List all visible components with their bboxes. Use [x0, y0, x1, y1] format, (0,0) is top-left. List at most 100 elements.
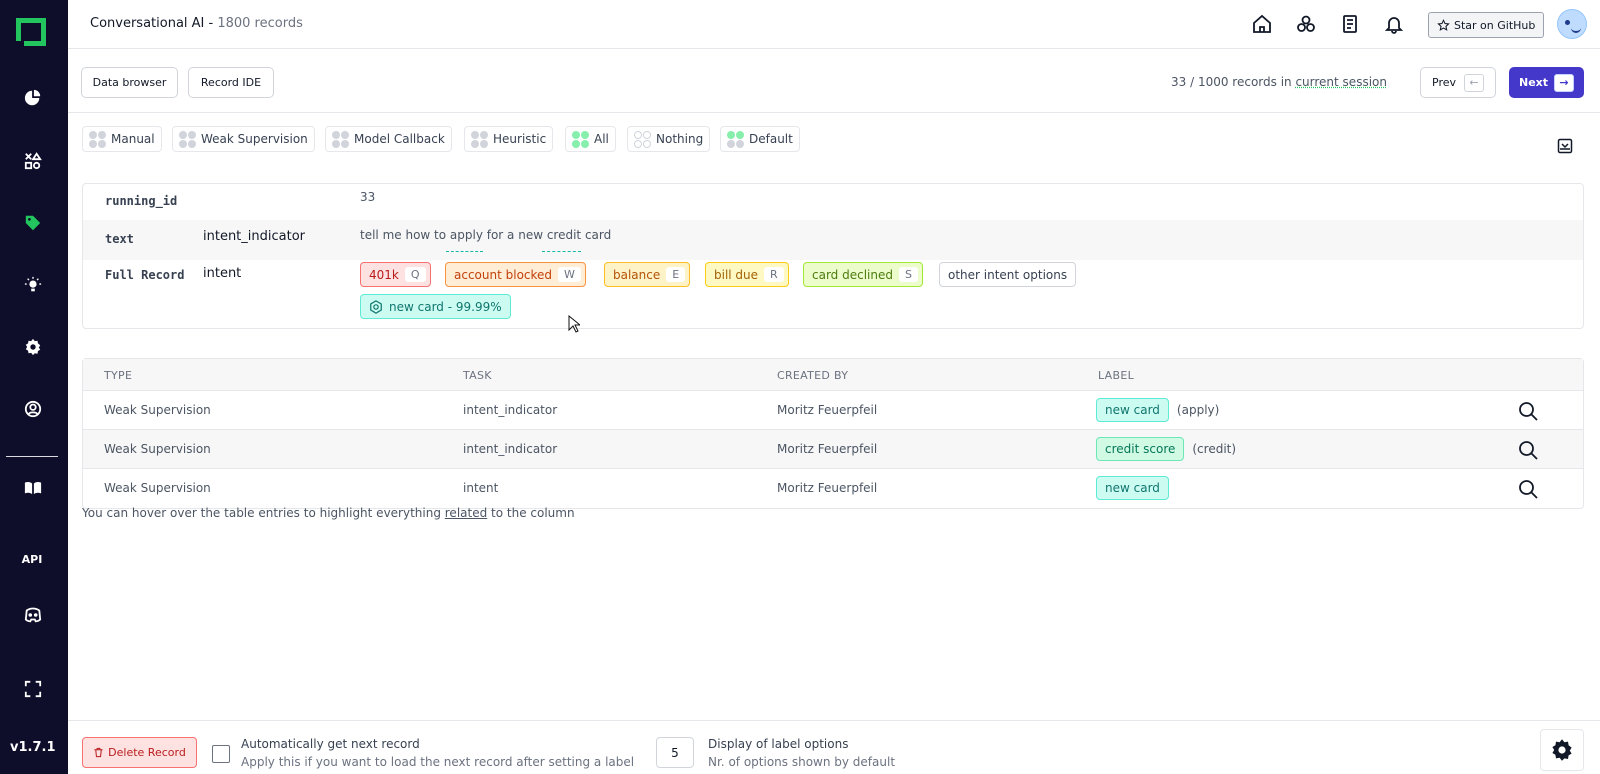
cluster-icon[interactable] — [1295, 13, 1317, 35]
source-dots-icon — [89, 130, 106, 148]
cell-type: Weak Supervision — [104, 403, 211, 417]
filter-manual[interactable]: Manual — [82, 126, 162, 152]
delete-record-button[interactable]: Delete Record — [82, 737, 197, 768]
model-prediction-icon — [370, 299, 382, 314]
label-name: bill due — [714, 267, 759, 282]
prediction-label[interactable]: new card - 99.99% — [360, 294, 511, 319]
next-label: Next — [1518, 76, 1549, 89]
chart-pie-icon[interactable] — [22, 87, 44, 109]
filter-model-callback[interactable]: Model Callback — [325, 126, 452, 152]
field-task: intent_indicator — [203, 229, 306, 244]
star-github-button[interactable]: Star on GitHub — [1428, 12, 1545, 38]
label-name: balance — [613, 267, 661, 282]
hotkey: E — [666, 267, 686, 282]
other-intent-options-button[interactable]: other intent options — [939, 262, 1077, 287]
table-row[interactable]: Weak Supervision intent_indicator Moritz… — [83, 430, 1583, 469]
auto-next-description: Apply this if you want to load the next … — [241, 755, 635, 769]
cell-created-by: Moritz Feuerpfeil — [777, 481, 878, 495]
field-key: text — [105, 232, 134, 246]
label-401k[interactable]: 401k Q — [360, 262, 431, 287]
discord-icon[interactable] — [22, 604, 44, 626]
document-icon[interactable] — [1339, 13, 1361, 35]
cell-task: intent — [463, 481, 499, 495]
annotations-table: TYPE TASK CREATED BY LABEL Weak Supervis… — [82, 358, 1584, 509]
cell-task: intent_indicator — [463, 442, 558, 456]
hint-related-link[interactable]: related — [445, 506, 487, 520]
label-account-blocked[interactable]: account blocked W — [445, 262, 586, 287]
prediction-text: new card - 99.99% — [389, 299, 502, 314]
cell-label: credit score (credit) — [1096, 437, 1236, 461]
cell-task: intent_indicator — [463, 403, 558, 417]
sidebar-divider — [6, 456, 58, 457]
bottom-bar: Delete Record Automatically get next rec… — [68, 720, 1600, 774]
home-icon[interactable] — [1251, 13, 1273, 35]
auto-next-checkbox[interactable] — [212, 745, 230, 763]
table-row[interactable]: Weak Supervision intent Moritz Feuerpfei… — [83, 469, 1583, 508]
source-dots-icon — [179, 130, 196, 148]
record-panel: running_id 33 text intent_indicator tell… — [82, 183, 1584, 329]
current-session-link[interactable]: current session — [1295, 75, 1387, 89]
collapse-panel-icon[interactable] — [1557, 138, 1573, 154]
search-icon[interactable] — [1518, 479, 1538, 499]
tag-icon[interactable] — [22, 212, 44, 234]
source-dots-icon — [634, 130, 651, 148]
trash-icon — [94, 747, 103, 758]
fullscreen-icon[interactable] — [22, 678, 44, 700]
app-logo[interactable] — [16, 18, 46, 46]
bulb-icon[interactable] — [22, 274, 44, 296]
avatar[interactable] — [1557, 9, 1587, 39]
data-browser-button[interactable]: Data browser — [81, 67, 178, 98]
filter-label: Model Callback — [354, 132, 445, 146]
session-count: 33 / 1000 records in — [1171, 75, 1296, 89]
label-card-declined[interactable]: card declined S — [803, 262, 923, 287]
hotkey: R — [764, 267, 784, 282]
table-row[interactable]: Weak Supervision intent_indicator Moritz… — [83, 391, 1583, 430]
version-label: v1.7.1 — [10, 740, 56, 755]
gear-icon[interactable] — [22, 336, 44, 358]
search-icon[interactable] — [1518, 401, 1538, 421]
filter-default[interactable]: Default — [720, 126, 800, 152]
auto-next-title: Automatically get next record — [241, 737, 420, 751]
label-pill: new card — [1096, 398, 1169, 422]
cell-type: Weak Supervision — [104, 442, 211, 456]
next-button[interactable]: Next → — [1509, 67, 1584, 98]
delete-label: Delete Record — [108, 746, 186, 759]
hint-prefix: You can hover over the table entries to … — [82, 506, 445, 520]
bell-icon[interactable] — [1383, 13, 1405, 35]
project-title: Conversational AI - 1800 records — [90, 16, 303, 31]
label-pill: credit score — [1096, 437, 1185, 461]
settings-button[interactable] — [1540, 729, 1584, 771]
hotkey: S — [898, 267, 918, 282]
filter-all[interactable]: All — [565, 126, 616, 152]
mouse-cursor-icon — [568, 315, 580, 333]
filter-nothing[interactable]: Nothing — [627, 126, 711, 152]
search-icon[interactable] — [1518, 440, 1538, 460]
label-balance[interactable]: balance E — [604, 262, 691, 287]
label-source: (apply) — [1176, 403, 1220, 417]
column-header-label: LABEL — [1098, 369, 1135, 382]
top-bar: Conversational AI - 1800 records Star on… — [68, 0, 1600, 49]
prev-button[interactable]: Prev ← — [1420, 67, 1496, 98]
cell-created-by: Moritz Feuerpfeil — [777, 442, 878, 456]
label-options-count-input[interactable]: 5 — [656, 737, 694, 768]
label-bill-due[interactable]: bill due R — [705, 262, 789, 287]
session-progress: 33 / 1000 records in current session — [1171, 75, 1387, 89]
text-value[interactable]: tell me how to apply for a new credit ca… — [360, 228, 611, 242]
filter-weak-supervision[interactable]: Weak Supervision — [172, 126, 315, 152]
record-ide-button[interactable]: Record IDE — [188, 67, 274, 98]
shapes-icon[interactable] — [22, 150, 44, 172]
field-value: 33 — [360, 190, 376, 204]
label-pill: new card — [1096, 476, 1169, 500]
prev-label: Prev — [1432, 76, 1456, 89]
filter-label: Heuristic — [493, 132, 547, 146]
user-circle-icon[interactable] — [22, 398, 44, 420]
hotkey: Q — [404, 267, 426, 282]
label-name: 401k — [369, 267, 399, 282]
cell-label: new card (apply) — [1096, 398, 1219, 422]
api-link[interactable]: API — [17, 553, 47, 566]
gear-icon — [1552, 739, 1572, 761]
table-header: TYPE TASK CREATED BY LABEL — [83, 359, 1583, 391]
filter-heuristic[interactable]: Heuristic — [464, 126, 554, 152]
hotkey: W — [558, 267, 581, 282]
book-icon[interactable] — [22, 477, 44, 499]
